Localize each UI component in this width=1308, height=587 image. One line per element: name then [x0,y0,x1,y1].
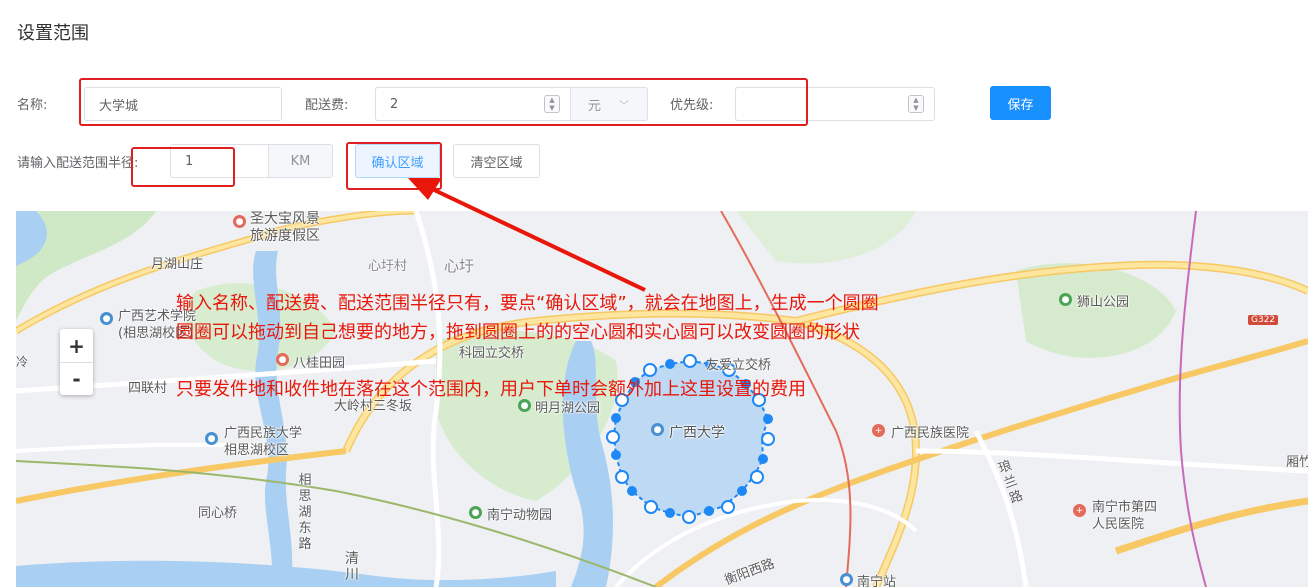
fee-unit-select[interactable]: 元 ﹀ [570,87,648,121]
map-label-xinxu-village: 心圩村 [368,259,408,274]
map-label-xiangsi-east: 相思湖东路 [298,473,312,552]
map-label-minzu-hospital: 广西民族医院 [891,426,970,441]
annotation-line-1: 输入名称、配送费、配送范围半径只有，要点“确认区域”，就会在地图上，生成一个圆圈 [176,293,879,314]
clear-area-button[interactable]: 清空区域 [453,144,540,178]
map-label-fourth-hospital-2: 人民医院 [1092,517,1145,532]
map-label-gxu: 广西大学 [669,425,725,441]
save-button[interactable]: 保存 [990,86,1051,120]
confirm-area-button[interactable]: 确认区域 [355,144,440,178]
map-label-station: 南宁站 [857,575,897,587]
map-label-shishan: 狮山公园 [1077,295,1130,310]
map-label-yuai: 友爱立交桥 [706,358,772,373]
map-label-keyuan: 科园立交桥 [459,346,525,361]
map-label-minzu-2: 相思湖校区 [224,443,290,458]
fee-label: 配送费: [305,98,349,113]
priority-label: 优先级: [670,98,714,113]
radius-input-value: 1 [185,153,194,169]
name-label: 名称: [17,98,48,113]
map-label-yuehu: 月湖山庄 [151,257,204,272]
hospital-icon: + [1073,504,1086,517]
page-title: 设置范围 [17,23,89,44]
hospital-icon: + [872,424,885,437]
zoom-out-button[interactable]: - [60,362,93,395]
fee-stepper[interactable]: ▲ ▼ [544,95,560,113]
map-label-baguitian: 八桂田园 [293,356,346,371]
name-input-value: 大学城 [99,98,139,114]
priority-input[interactable]: ▲ ▼ [735,87,935,121]
park-icon: ● [1059,293,1072,306]
map-label-yongzhu: 厢竹 [1286,455,1308,470]
map-label-zoo: 南宁动物园 [487,508,553,523]
map-label-tongxin: 同心桥 [198,506,238,521]
priority-stepper[interactable]: ▲ ▼ [908,95,924,113]
zoo-icon: ● [469,506,482,519]
zoom-in-button[interactable]: + [60,329,93,362]
poi-pin-icon: ● [276,353,289,366]
annotation-line-2: 圆圈可以拖动到自己想要的地方，拖到圆圈上的的空心圆和实心圆可以改变圆圈的形状 [176,322,860,343]
map-label-g322: G322 [1248,315,1279,325]
map-label-xinxu: 心圩 [444,257,475,275]
map-label-leng: 冷 [16,355,29,369]
radius-input[interactable]: 1 [170,144,269,178]
school-icon: ● [100,312,113,325]
station-icon: ● [840,573,853,586]
fee-input[interactable]: 2 ▲ ▼ [375,87,571,121]
fee-unit-value: 元 [588,98,602,114]
name-input[interactable]: 大学城 [84,87,282,121]
map-label-resort: 旅游度假区 [250,228,320,244]
school-icon: ● [205,432,218,445]
map-label-silian: 四联村 [128,381,168,396]
poi-pin-icon: ● [233,215,246,228]
map-zoom-control: + - [60,329,93,395]
radius-label: 请输入配送范围半径: [17,156,139,171]
annotation-line-3: 只要发件地和收件地在落在这个范围内，用户下单时会额外加上这里设置的费用 [176,379,806,400]
radius-unit: KM [268,144,333,178]
map-label-qing: 清川 [345,551,359,583]
school-icon: ● [651,423,664,436]
chevron-down-icon: ﹀ [619,100,630,112]
fee-input-value: 2 [390,96,399,112]
